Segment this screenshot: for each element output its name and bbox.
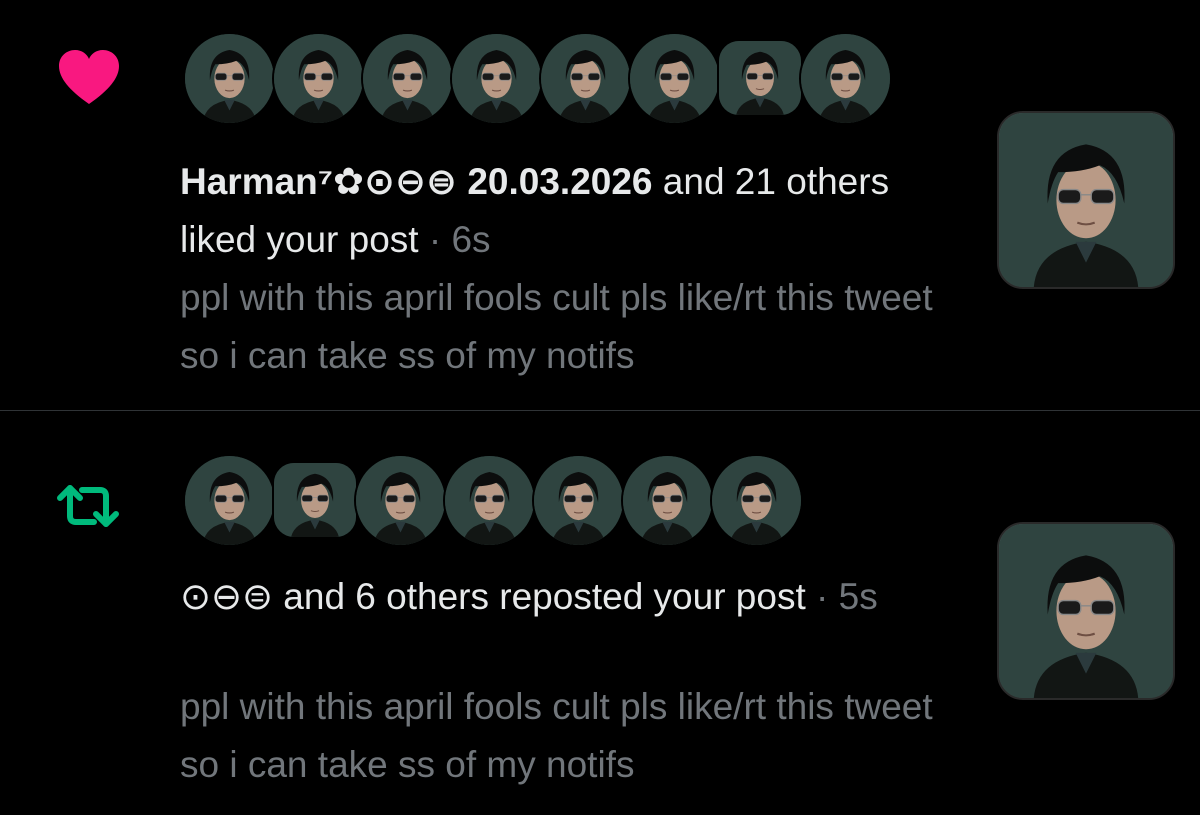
timestamp: 6s [451,219,491,260]
avatar[interactable] [272,31,365,125]
repost-icon [56,476,120,536]
actor-name[interactable]: Harman⁷✿⊙⊖⊜ 20.03.2026 [180,161,653,202]
avatar[interactable] [628,31,721,125]
avatar[interactable] [621,453,714,547]
action-text: and 6 others reposted your post [273,576,806,617]
avatar[interactable] [450,31,543,125]
avatar[interactable] [361,31,454,125]
avatar[interactable] [183,453,276,547]
avatar[interactable] [272,461,358,539]
actor-name[interactable]: ⊙⊖⊜ [180,576,273,617]
post-thumbnail[interactable] [997,522,1175,700]
avatar[interactable] [532,453,625,547]
avatar[interactable] [710,453,803,547]
avatar[interactable] [799,31,892,125]
post-thumbnail[interactable] [997,111,1175,289]
heart-icon [57,48,121,108]
reposter-avatars [183,452,803,548]
separator: · [805,576,839,617]
avatar[interactable] [354,453,447,547]
avatar[interactable] [717,39,803,117]
notification-repost[interactable]: ⊙⊖⊜ and 6 others reposted your post · 5s… [0,411,1200,815]
avatar[interactable] [183,31,276,125]
avatar[interactable] [539,31,632,125]
liker-avatars [183,30,892,126]
notification-like[interactable]: Harman⁷✿⊙⊖⊜ 20.03.2026 and 21 others lik… [0,0,1200,410]
post-preview[interactable]: ppl with this april fools cult pls like/… [180,269,970,385]
notification-text: Harman⁷✿⊙⊖⊜ 20.03.2026 and 21 others lik… [180,153,970,269]
timestamp: 5s [838,576,878,617]
separator: · [418,219,452,260]
post-preview[interactable]: ppl with this april fools cult pls like/… [180,678,970,794]
notification-text: ⊙⊖⊜ and 6 others reposted your post · 5s [180,568,970,626]
avatar[interactable] [443,453,536,547]
